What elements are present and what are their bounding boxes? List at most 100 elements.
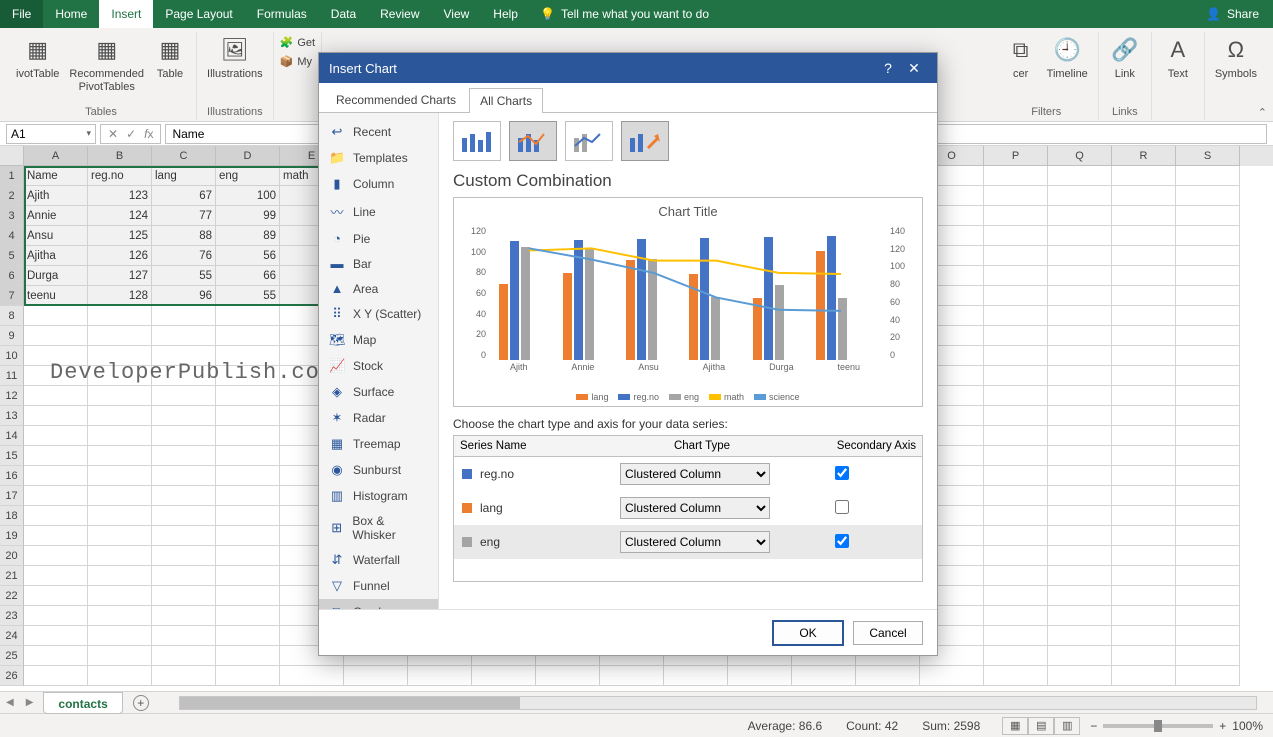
cell[interactable]	[216, 386, 280, 406]
cell[interactable]: 126	[88, 246, 152, 266]
col-header[interactable]: A	[24, 146, 88, 166]
cell[interactable]	[1176, 586, 1240, 606]
slicer-button[interactable]: ⧉cer	[1001, 32, 1041, 83]
cell[interactable]	[1112, 486, 1176, 506]
share-button[interactable]: 👤 Share	[1206, 7, 1259, 21]
cell[interactable]: teenu	[24, 286, 88, 306]
row-header[interactable]: 2	[0, 186, 24, 206]
cell[interactable]	[1048, 586, 1112, 606]
cell[interactable]	[152, 406, 216, 426]
cell[interactable]	[216, 666, 280, 686]
cell[interactable]	[1176, 406, 1240, 426]
cell[interactable]	[1048, 266, 1112, 286]
cell[interactable]	[1176, 666, 1240, 686]
cell[interactable]: 76	[152, 246, 216, 266]
cell[interactable]	[88, 626, 152, 646]
cell[interactable]	[984, 606, 1048, 626]
cell[interactable]	[24, 586, 88, 606]
chart-type-line[interactable]: 〰Line	[319, 197, 438, 226]
cell[interactable]	[24, 506, 88, 526]
cell[interactable]	[1176, 566, 1240, 586]
cell[interactable]	[88, 646, 152, 666]
cell[interactable]	[1112, 446, 1176, 466]
cell[interactable]	[1048, 506, 1112, 526]
cell[interactable]	[1048, 366, 1112, 386]
tab-home[interactable]: Home	[43, 0, 99, 28]
cell[interactable]	[88, 426, 152, 446]
cell[interactable]	[408, 666, 472, 686]
cell[interactable]	[1048, 386, 1112, 406]
cell[interactable]	[984, 626, 1048, 646]
fx-icon[interactable]: fx	[141, 127, 156, 141]
cell[interactable]	[1048, 566, 1112, 586]
cell[interactable]: 55	[216, 286, 280, 306]
cell[interactable]	[88, 606, 152, 626]
cancel-formula-icon[interactable]: ✕	[105, 127, 121, 141]
cell[interactable]	[1176, 626, 1240, 646]
dialog-close-button[interactable]: ✕	[901, 60, 927, 77]
cell[interactable]	[984, 166, 1048, 186]
row-header[interactable]: 22	[0, 586, 24, 606]
cell[interactable]: 77	[152, 206, 216, 226]
cell[interactable]	[152, 446, 216, 466]
chart-type-map[interactable]: 🗺Map	[319, 327, 438, 353]
cell[interactable]	[1112, 626, 1176, 646]
cell[interactable]	[984, 386, 1048, 406]
cell[interactable]	[1176, 606, 1240, 626]
cell[interactable]	[216, 626, 280, 646]
cell[interactable]	[1112, 586, 1176, 606]
series-row[interactable]: engClustered Column	[454, 525, 922, 559]
row-header[interactable]: 12	[0, 386, 24, 406]
cell[interactable]	[984, 546, 1048, 566]
chart-type-area[interactable]: ▲Area	[319, 276, 438, 301]
chart-type-waterfall[interactable]: ⇵Waterfall	[319, 547, 438, 573]
sheet-tab-contacts[interactable]: contacts	[43, 692, 122, 714]
cell[interactable]	[216, 406, 280, 426]
cell[interactable]	[856, 666, 920, 686]
col-header[interactable]: B	[88, 146, 152, 166]
cell[interactable]	[920, 666, 984, 686]
chart-type-column[interactable]: ▮Column	[319, 171, 438, 197]
cell[interactable]	[984, 446, 1048, 466]
cell[interactable]	[1176, 346, 1240, 366]
cell[interactable]	[984, 566, 1048, 586]
cell[interactable]: 88	[152, 226, 216, 246]
cell[interactable]: 66	[216, 266, 280, 286]
cell[interactable]	[1176, 166, 1240, 186]
chart-type-box-whisker[interactable]: ⊞Box & Whisker	[319, 509, 438, 547]
cell[interactable]	[1048, 446, 1112, 466]
secondary-axis-checkbox[interactable]	[835, 500, 849, 514]
page-break-view-button[interactable]: ▥	[1054, 717, 1080, 735]
cell[interactable]	[152, 506, 216, 526]
cell[interactable]: 67	[152, 186, 216, 206]
name-box[interactable]: A1▾	[6, 124, 96, 144]
cell[interactable]	[88, 406, 152, 426]
row-header[interactable]: 5	[0, 246, 24, 266]
cell[interactable]	[1176, 466, 1240, 486]
cell[interactable]	[1112, 226, 1176, 246]
row-header[interactable]: 13	[0, 406, 24, 426]
cell[interactable]	[792, 666, 856, 686]
combo-subtype-1[interactable]	[453, 121, 501, 161]
row-header[interactable]: 7	[0, 286, 24, 306]
cell[interactable]	[1176, 546, 1240, 566]
chart-type-x-y-scatter-[interactable]: ⠿X Y (Scatter)	[319, 301, 438, 327]
cell[interactable]	[88, 506, 152, 526]
cell[interactable]	[152, 666, 216, 686]
cell[interactable]	[1112, 206, 1176, 226]
cell[interactable]	[1176, 446, 1240, 466]
cell[interactable]	[1112, 386, 1176, 406]
cell[interactable]	[24, 566, 88, 586]
cell[interactable]: 128	[88, 286, 152, 306]
dialog-help-button[interactable]: ?	[875, 60, 901, 76]
cell[interactable]	[1112, 186, 1176, 206]
cell[interactable]	[1112, 546, 1176, 566]
cell[interactable]	[984, 206, 1048, 226]
cell[interactable]: 100	[216, 186, 280, 206]
sheet-nav-prev[interactable]: ◀	[0, 697, 20, 708]
cell[interactable]	[152, 646, 216, 666]
cell[interactable]	[1112, 266, 1176, 286]
series-type-select[interactable]: Clustered Column	[620, 497, 770, 519]
cell[interactable]: 55	[152, 266, 216, 286]
cell[interactable]	[1048, 166, 1112, 186]
